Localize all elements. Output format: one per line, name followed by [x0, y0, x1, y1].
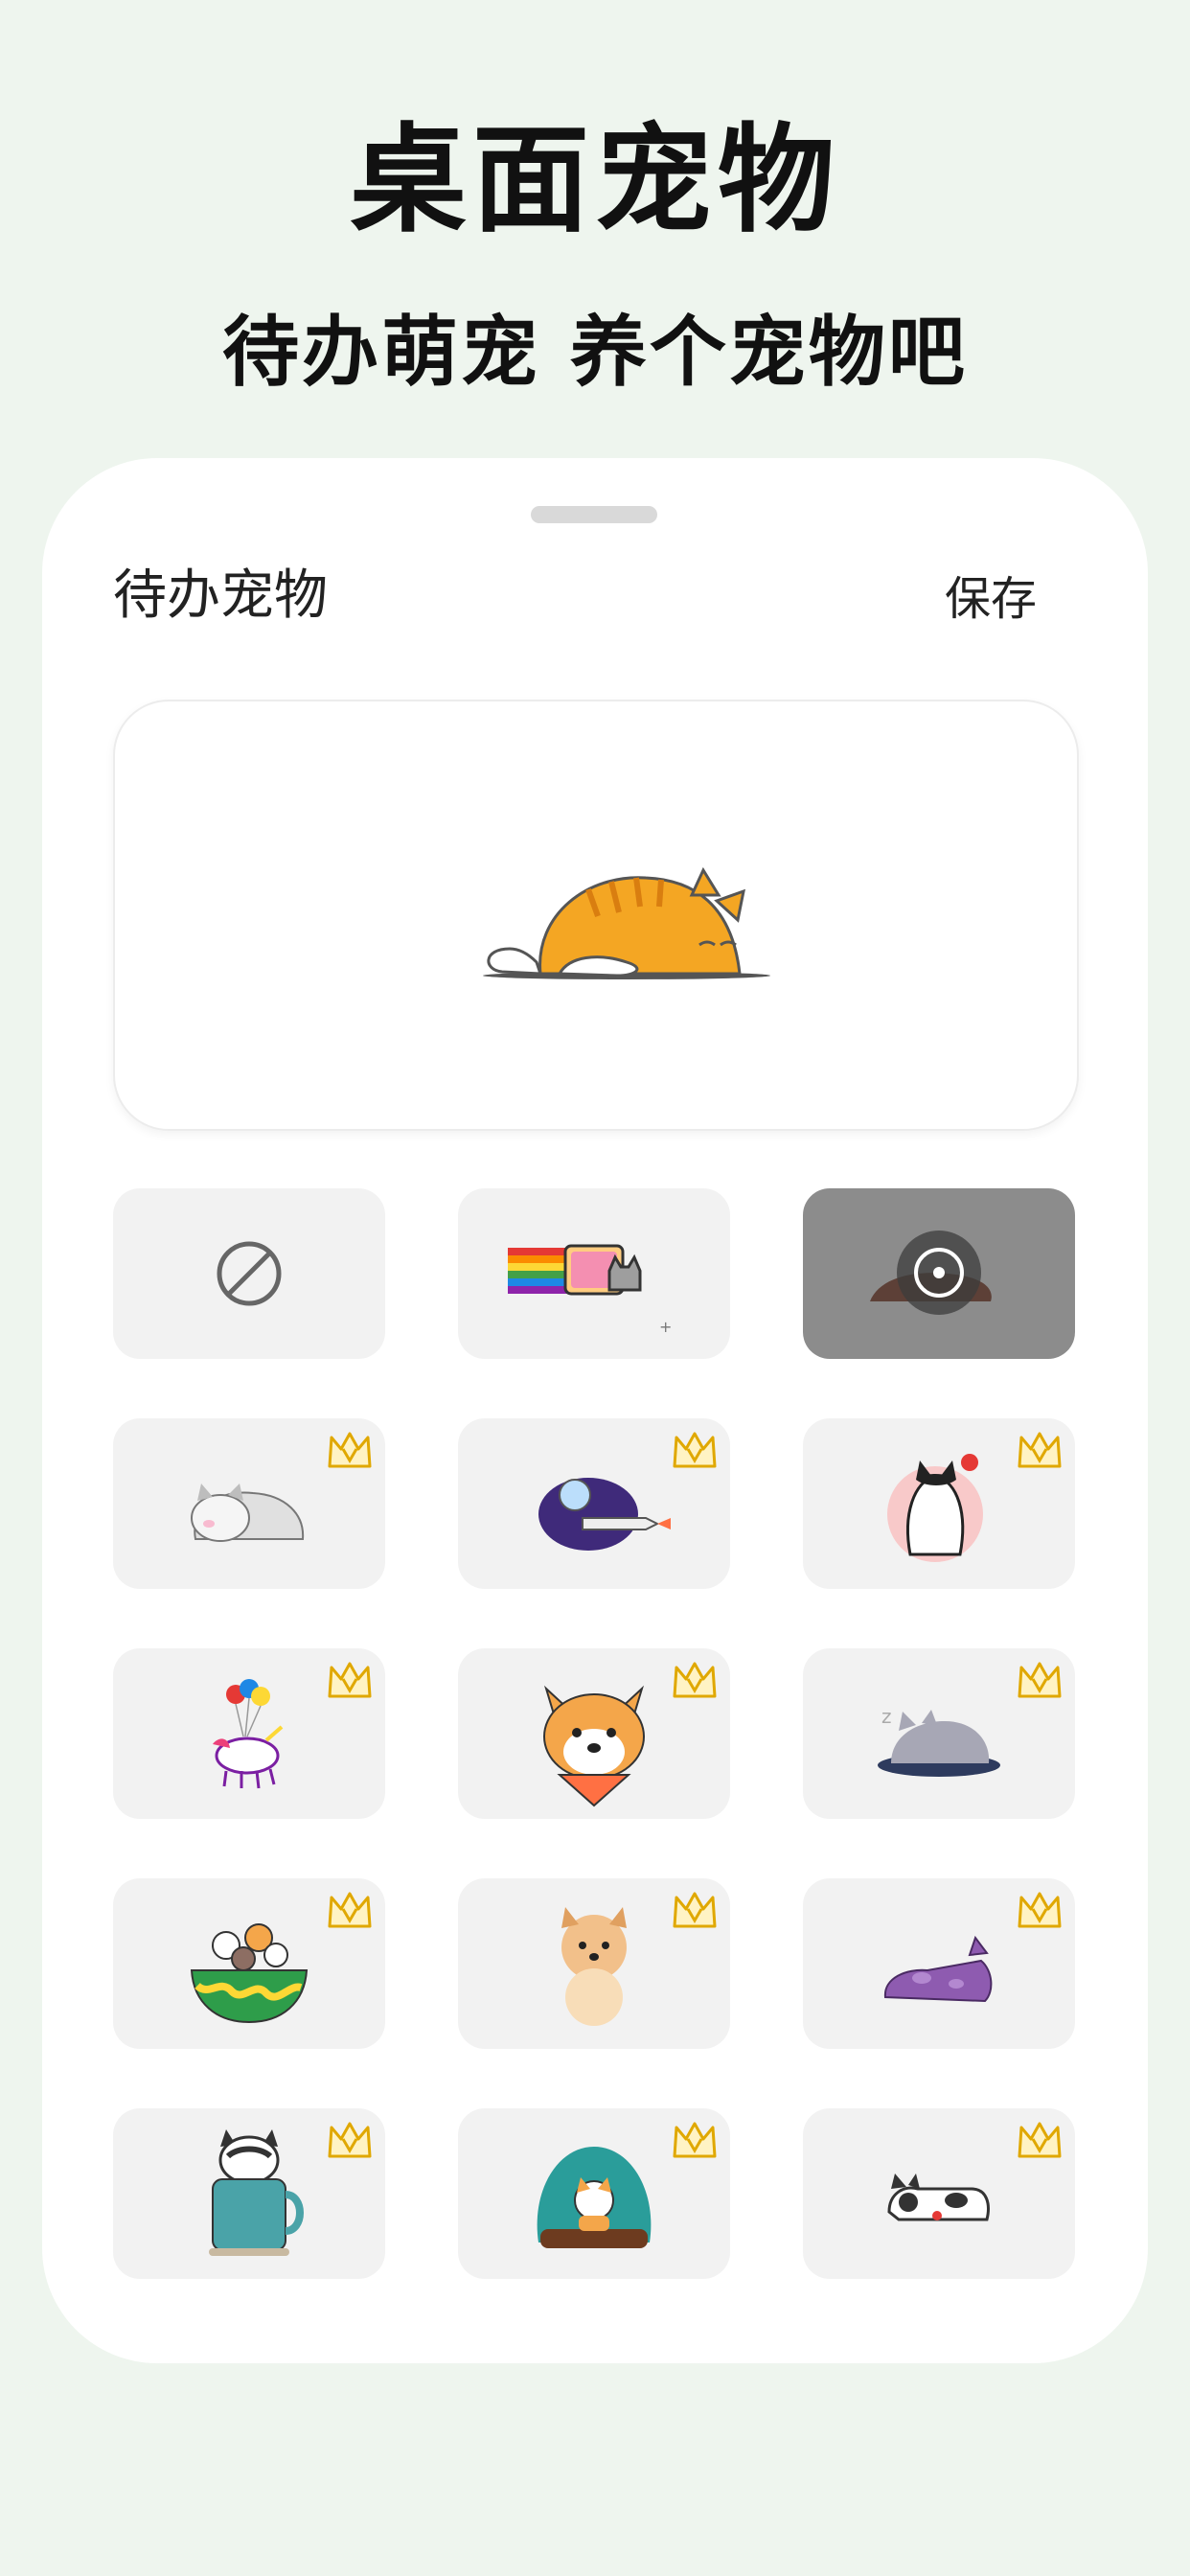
rainbow-cat-icon: +: [508, 1244, 672, 1336]
pet-tile-space-planet[interactable]: [458, 1418, 730, 1589]
vip-crown-icon: [328, 1432, 372, 1468]
pet-tile-sleeping-cat[interactable]: [803, 1188, 1075, 1359]
sleeping-orange-cat-icon: [483, 866, 770, 979]
vip-crown-icon: [673, 2122, 717, 2158]
pet-tile-shiba[interactable]: [458, 1648, 730, 1819]
pet-tile-nyan-cat[interactable]: +: [458, 1188, 730, 1359]
no-pet-icon: [217, 1241, 282, 1306]
vip-crown-icon: [1018, 1892, 1062, 1928]
pet-tile-bulldog-mug[interactable]: [113, 2108, 385, 2279]
pet-tile-gray-kitten[interactable]: [113, 1418, 385, 1589]
vip-crown-icon: [328, 2122, 372, 2158]
vip-crown-icon: [673, 1892, 717, 1928]
vip-crown-icon: [1018, 1432, 1062, 1468]
pet-tile-pomeranian[interactable]: [458, 1878, 730, 2049]
sleeping-cat-icon: [870, 1230, 992, 1315]
svg-text:+: +: [659, 1318, 672, 1336]
pet-tile-purple-cat[interactable]: [803, 1878, 1075, 2049]
sheet-title: 待办宠物: [113, 564, 328, 627]
pet-tile-unicorn[interactable]: [113, 1648, 385, 1819]
save-button[interactable]: 保存: [945, 565, 1037, 632]
pet-tile-lying-dog[interactable]: [803, 2108, 1075, 2279]
pet-preview: [113, 700, 1079, 1131]
vip-crown-icon: [1018, 2122, 1062, 2158]
vip-crown-icon: [328, 1892, 372, 1928]
vip-crown-icon: [673, 1432, 717, 1468]
pet-tile-bowl-pets[interactable]: [113, 1878, 385, 2049]
vip-crown-icon: [328, 1662, 372, 1698]
pet-tile-globe-cat[interactable]: [458, 2108, 730, 2279]
pet-picker-sheet: 待办宠物 保存 + z: [42, 458, 1148, 2363]
vip-crown-icon: [673, 1662, 717, 1698]
vip-crown-icon: [1018, 1662, 1062, 1698]
pet-tile-napping-gray-cat[interactable]: z: [803, 1648, 1075, 1819]
pet-tile-black-white-cat[interactable]: [803, 1418, 1075, 1589]
pet-tile-none[interactable]: [113, 1188, 385, 1359]
svg-text:z: z: [881, 1705, 892, 1728]
hero-subtitle: 待办萌宠 养个宠物吧: [222, 308, 968, 397]
sheet-grabber[interactable]: [531, 506, 657, 523]
hero-title: 桌面宠物: [350, 112, 840, 248]
